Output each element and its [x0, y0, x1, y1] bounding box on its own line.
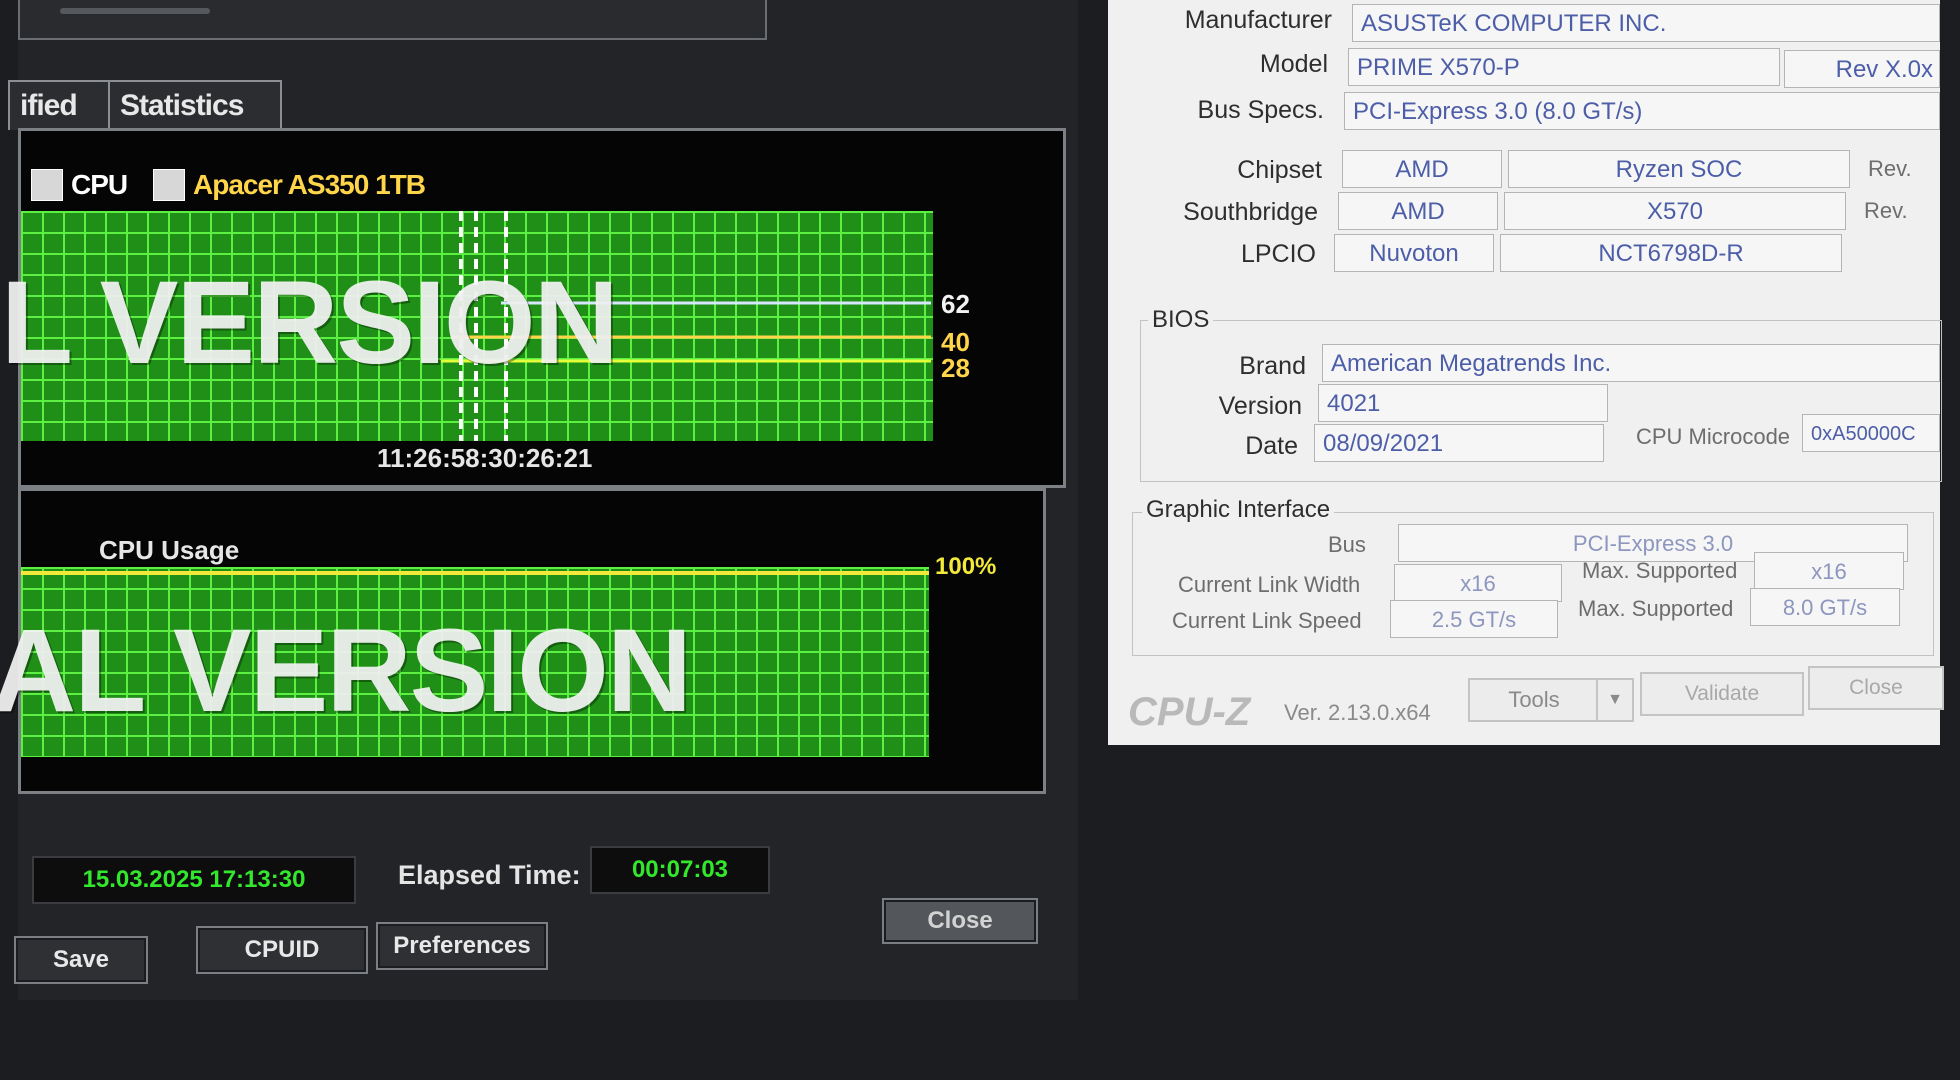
manufacturer-field: ASUSTeK COMPUTER INC. — [1352, 4, 1940, 42]
chipset-name-field: Ryzen SOC — [1508, 150, 1850, 188]
trial-watermark: L VERSION — [1, 257, 619, 389]
model-label: Model — [1259, 50, 1328, 78]
apacer-checkbox[interactable] — [153, 169, 185, 201]
cpuz-version: Ver. 2.13.0.x64 — [1284, 700, 1431, 725]
temperature-chart: CPU Apacer AS350 1TB L VERSION 62 40 28 … — [1, 128, 1066, 488]
graphic-interface-title: Graphic Interface — [1142, 496, 1335, 524]
scrollbar[interactable] — [60, 8, 210, 14]
elapsed-time-label: Elapsed Time: — [398, 860, 581, 890]
max-width-label: Max. Supported — [1582, 558, 1738, 583]
legend-cpu-label: CPU — [71, 169, 128, 200]
max-width-field: x16 — [1754, 552, 1904, 590]
cpu-usage-title: CPU Usage — [99, 535, 240, 565]
model-field: PRIME X570-P — [1348, 48, 1780, 86]
link-speed-label: Current Link Speed — [1172, 608, 1362, 633]
trial-watermark-2: AL VERSION — [0, 605, 692, 737]
bus-specs-label: Bus Specs. — [1197, 96, 1324, 124]
model-rev-field: Rev X.0x — [1784, 50, 1940, 88]
graphic-bus-label: Bus — [1328, 532, 1366, 557]
top-panel — [18, 0, 767, 40]
bios-version-label: Version — [1218, 392, 1302, 420]
link-width-field: x16 — [1394, 564, 1562, 602]
legend-apacer-label: Apacer AS350 1TB — [193, 169, 426, 200]
southbridge-rev-label: Rev. — [1864, 198, 1908, 223]
time-axis-label: 11:26:58:30:26:21 — [377, 443, 593, 473]
preferences-button[interactable]: Preferences — [376, 922, 548, 970]
manufacturer-label: Manufacturer — [1184, 6, 1332, 34]
southbridge-label: Southbridge — [1183, 198, 1318, 226]
link-width-label: Current Link Width — [1178, 572, 1361, 597]
lpcio-vendor-field: Nuvoton — [1334, 234, 1494, 272]
label-62: 62 — [941, 289, 970, 319]
validate-button[interactable]: Validate — [1640, 672, 1804, 716]
save-button[interactable]: Save — [14, 936, 148, 984]
bios-group-title: BIOS — [1148, 306, 1214, 334]
tab-unified[interactable]: ified — [8, 80, 110, 130]
lpcio-name-field: NCT6798D-R — [1500, 234, 1842, 272]
cpuz-window: Manufacturer ASUSTeK COMPUTER INC. Model… — [1108, 0, 1944, 745]
bios-date-label: Date — [1245, 432, 1298, 460]
bios-brand-label: Brand — [1239, 352, 1306, 380]
max-speed-field: 8.0 GT/s — [1750, 588, 1900, 626]
southbridge-name-field: X570 — [1504, 192, 1846, 230]
southbridge-vendor-field: AMD — [1338, 192, 1498, 230]
bus-specs-field: PCI-Express 3.0 (8.0 GT/s) — [1344, 92, 1940, 130]
stability-test-window: ified Statistics CPU Apacer AS350 1TB L … — [0, 0, 1078, 1000]
cpu-usage-chart: CPU Usage AL VERSION 100% — [0, 488, 1046, 794]
link-speed-field: 2.5 GT/s — [1390, 600, 1558, 638]
cpu-checkbox[interactable] — [31, 169, 63, 201]
bios-date-field: 08/09/2021 — [1314, 424, 1604, 462]
cpu-microcode-label: CPU Microcode — [1636, 424, 1791, 449]
start-time-display: 15.03.2025 17:13:30 — [32, 856, 356, 904]
label-28: 28 — [941, 353, 970, 383]
max-speed-label: Max. Supported — [1578, 596, 1734, 621]
chipset-label: Chipset — [1237, 156, 1322, 184]
cpuz-close-button[interactable]: Close — [1808, 666, 1944, 710]
cpuid-button[interactable]: CPUID — [196, 926, 368, 974]
cpu-usage-grid: AL VERSION — [0, 567, 929, 757]
usage-max-label: 100% — [935, 553, 997, 580]
bios-version-field: 4021 — [1318, 384, 1608, 422]
tab-statistics[interactable]: Statistics — [108, 80, 282, 130]
temperature-grid: L VERSION — [1, 211, 933, 441]
lpcio-label: LPCIO — [1240, 240, 1316, 268]
cpu-microcode-field: 0xA50000C — [1802, 414, 1940, 452]
cpuz-logo: CPU-Z — [1128, 690, 1251, 734]
chipset-rev-label: Rev. — [1868, 156, 1912, 181]
tools-button[interactable]: Tools — [1468, 678, 1600, 722]
elapsed-time-display: 00:07:03 — [590, 846, 770, 894]
bios-brand-field: American Megatrends Inc. — [1322, 344, 1940, 382]
tools-dropdown-chevron-icon[interactable]: ▼ — [1596, 678, 1634, 722]
chipset-vendor-field: AMD — [1342, 150, 1502, 188]
close-button[interactable]: Close — [882, 898, 1038, 944]
